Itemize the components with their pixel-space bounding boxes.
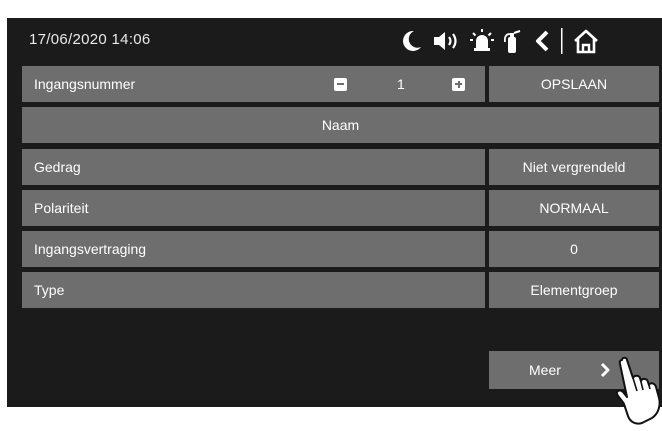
toolbar-separator [559, 26, 565, 56]
plus-icon [452, 77, 465, 91]
device-screen: 17/06/2020 14:06 Ingangsnummer 1 OPSLAAN… [7, 18, 662, 407]
increment-button[interactable] [452, 66, 465, 102]
input-number-value: 1 [397, 76, 405, 92]
status-bar: 17/06/2020 14:06 [7, 18, 662, 64]
more-button-label: Meer [529, 362, 561, 378]
save-button[interactable]: OPSLAAN [489, 66, 659, 102]
moon-icon[interactable] [400, 26, 424, 56]
setting-row-type: Type [22, 272, 485, 308]
name-label: Naam [321, 117, 360, 133]
name-row[interactable]: Naam [22, 107, 659, 143]
setting-label: Gedrag [34, 159, 81, 175]
pointing-hand-icon [614, 356, 662, 431]
minus-icon [334, 77, 347, 91]
chevron-right-icon [599, 362, 611, 381]
setting-label: Type [34, 282, 65, 298]
decrement-button[interactable] [334, 66, 347, 102]
back-icon[interactable] [531, 26, 553, 56]
setting-value-button[interactable]: 0 [489, 231, 659, 267]
setting-value-button[interactable]: Niet vergrendeld [489, 149, 659, 185]
setting-row-polariteit: Polariteit [22, 190, 485, 226]
setting-row-gedrag: Gedrag [22, 149, 485, 185]
speaker-icon[interactable] [431, 26, 463, 56]
alarm-siren-icon[interactable] [469, 26, 495, 56]
input-number-label: Ingangsnummer [34, 76, 136, 92]
setting-label: Polariteit [34, 200, 89, 216]
setting-value-button[interactable]: NORMAAL [489, 190, 659, 226]
fire-extinguisher-icon[interactable] [501, 26, 523, 56]
home-icon[interactable] [570, 26, 602, 56]
input-number-row: Ingangsnummer 1 [22, 66, 485, 102]
setting-label: Ingangsvertraging [34, 241, 147, 257]
setting-value-button[interactable]: Elementgroep [489, 272, 659, 308]
datetime-text: 17/06/2020 14:06 [29, 31, 151, 48]
setting-row-ingangsvertraging: Ingangsvertraging [22, 231, 485, 267]
